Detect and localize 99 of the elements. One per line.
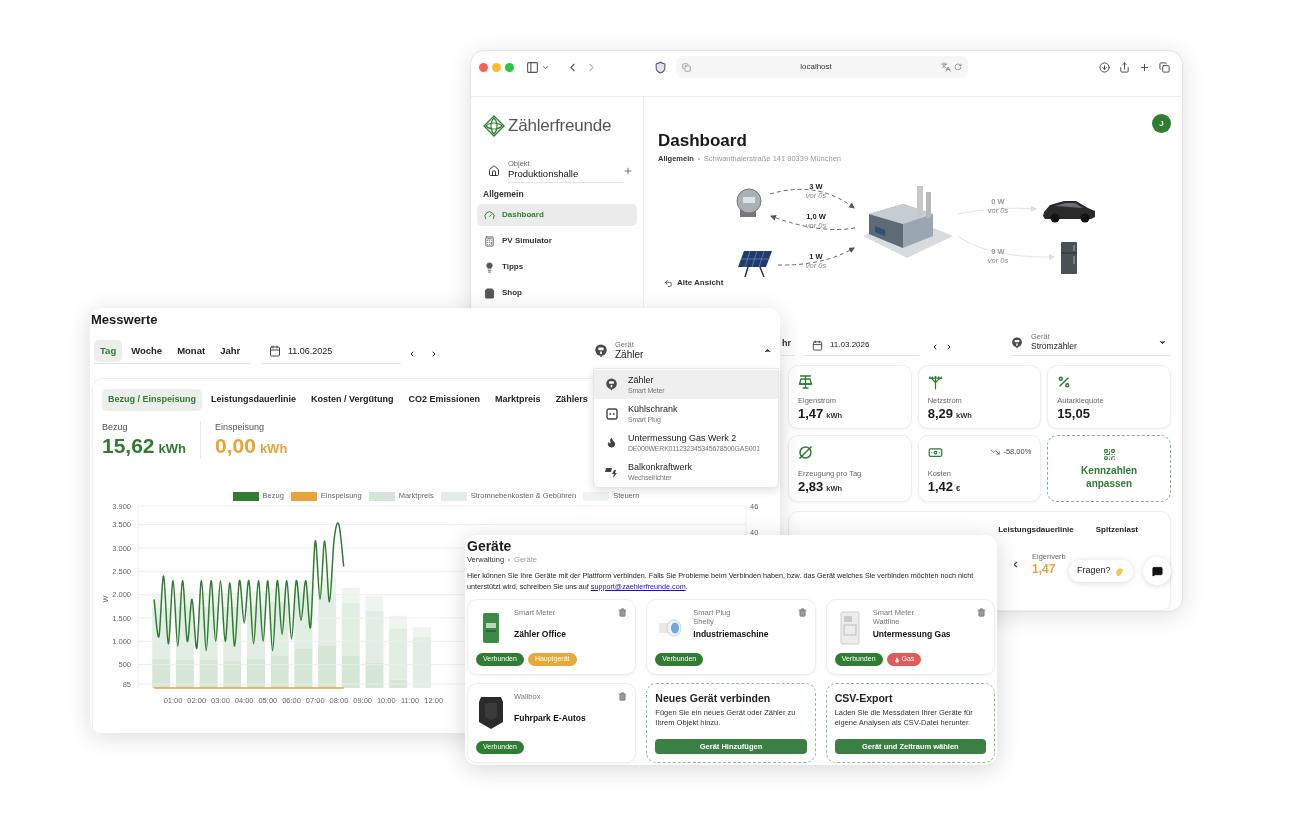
percent-icon xyxy=(1057,375,1072,389)
chart-tab[interactable]: Bezug / Einspeisung xyxy=(102,389,202,411)
stat-value: 15,05 xyxy=(1057,406,1090,422)
chart-tab[interactable]: Marktpreis xyxy=(489,389,547,411)
previous-icon[interactable] xyxy=(931,343,939,351)
delete-icon[interactable] xyxy=(618,608,628,617)
nav-item[interactable]: PV Simulator xyxy=(477,230,637,253)
stat-value: 2,83 xyxy=(798,479,824,495)
previous-icon[interactable] xyxy=(1011,560,1020,569)
chat-button[interactable] xyxy=(1143,557,1171,585)
action-title: CSV-Export xyxy=(834,692,894,705)
add-icon[interactable] xyxy=(623,165,633,176)
old-view-link[interactable]: Alte Ansicht xyxy=(664,277,724,289)
next-icon[interactable] xyxy=(430,350,438,358)
gauge-icon xyxy=(484,209,495,221)
translate-icon[interactable] xyxy=(941,62,951,72)
summary-value: 1,47 xyxy=(1032,562,1057,577)
page-icon xyxy=(682,62,691,72)
delete-icon[interactable] xyxy=(618,692,628,701)
sidebar-toggle-icon[interactable] xyxy=(526,60,539,74)
section-heading: Allgemein xyxy=(482,187,525,201)
period-tab[interactable]: Woche xyxy=(125,339,169,362)
period-tab[interactable]: Monat xyxy=(171,339,212,362)
page-title: Dashboard xyxy=(658,131,748,151)
calculator-icon xyxy=(484,235,495,247)
fridge-icon xyxy=(1059,241,1079,276)
trend-down-icon xyxy=(990,447,1001,457)
flame-icon xyxy=(606,437,617,448)
solar-panel-icon xyxy=(798,375,813,389)
stat-value: 1,47 xyxy=(798,406,824,422)
device-icon xyxy=(594,343,608,358)
chart-tab[interactable]: Leistungsdauerlinie xyxy=(998,524,1074,536)
device-name: Fuhrpark E-Autos xyxy=(514,713,587,724)
chart-tab[interactable]: Spitzenlast xyxy=(1095,524,1138,536)
undo-icon xyxy=(664,278,673,288)
action-title: Neues Gerät verbinden xyxy=(655,692,772,705)
period-tab[interactable]: hr xyxy=(782,336,794,356)
page-title: Messwerte xyxy=(91,312,159,328)
next-icon[interactable] xyxy=(945,343,953,351)
smart-plug-icon xyxy=(657,618,684,638)
customize-card[interactable]: Kennzahlen anpassen xyxy=(1047,435,1171,502)
help-button[interactable]: Fragen? xyxy=(1069,560,1133,582)
chart-tab[interactable]: Zählers xyxy=(549,389,594,411)
calendar-icon xyxy=(269,345,281,358)
date-field[interactable]: 11.06.2025 xyxy=(261,344,401,364)
nav-item[interactable]: Dashboard xyxy=(477,204,637,227)
chart-tab[interactable]: Kosten / Vergütung xyxy=(305,389,400,411)
bar-segment xyxy=(294,648,313,688)
device-name: Zähler Office xyxy=(514,629,567,640)
inverter-icon xyxy=(605,465,618,478)
address-bar[interactable]: localhost xyxy=(676,56,968,78)
lightbulb-icon xyxy=(484,261,495,273)
delete-icon[interactable] xyxy=(977,608,986,617)
device-name: Industriemaschine xyxy=(693,629,770,640)
meter-icon xyxy=(482,612,500,644)
caret-icon xyxy=(763,346,772,355)
meter-icon xyxy=(605,378,618,391)
address-text: localhost xyxy=(799,61,833,73)
nav-item[interactable]: Tipps xyxy=(477,256,637,279)
solar-panel-icon xyxy=(736,249,774,279)
total-label: Einspeisung xyxy=(215,420,266,433)
total-unit: kWh xyxy=(259,439,288,458)
nav-item[interactable]: Shop xyxy=(477,282,637,305)
new-tab-icon[interactable] xyxy=(1139,61,1150,73)
stat-value: 8,29 xyxy=(927,406,953,422)
delete-icon[interactable] xyxy=(797,608,807,617)
socket-icon xyxy=(605,407,618,420)
chart-tab[interactable]: CO2 Emissionen xyxy=(402,389,487,411)
calendar-icon xyxy=(812,339,823,351)
device-name: Untermessung Gas xyxy=(872,629,952,640)
date-field[interactable]: 11.03.2026 xyxy=(804,339,919,356)
meter-cabinet-icon xyxy=(839,611,860,645)
bar-segment xyxy=(318,646,337,688)
period-tab[interactable]: Jahr xyxy=(214,339,247,362)
total-value: 15,62 xyxy=(102,432,155,458)
download-icon[interactable] xyxy=(1099,61,1110,73)
stat-value: 1,42 xyxy=(927,479,953,495)
shield-icon[interactable] xyxy=(654,60,667,74)
period-tab[interactable]: Tag xyxy=(94,339,123,362)
device-icon xyxy=(1011,336,1023,349)
page-title: Geräte xyxy=(467,538,513,555)
tabs-overview-icon[interactable] xyxy=(1159,61,1170,73)
diameter-icon xyxy=(798,444,813,460)
logo-icon xyxy=(483,114,505,137)
wallbox-icon xyxy=(478,694,504,730)
chat-icon xyxy=(1151,565,1163,577)
caret-icon xyxy=(1158,338,1167,347)
qr-code-icon xyxy=(1102,447,1116,461)
chart-tab[interactable]: Leistungsdauerlinie xyxy=(205,389,303,411)
share-icon[interactable] xyxy=(1119,61,1130,73)
house-icon xyxy=(488,164,500,177)
total-label: Bezug xyxy=(102,420,129,433)
avatar[interactable]: J xyxy=(1152,114,1171,133)
flame-icon xyxy=(893,656,900,663)
total-unit: kWh xyxy=(158,439,186,458)
power-pole-icon xyxy=(927,374,943,390)
previous-icon[interactable] xyxy=(408,350,416,358)
total-value: 0,00 xyxy=(215,432,256,458)
brand-name: Zählerfreunde xyxy=(508,115,612,137)
